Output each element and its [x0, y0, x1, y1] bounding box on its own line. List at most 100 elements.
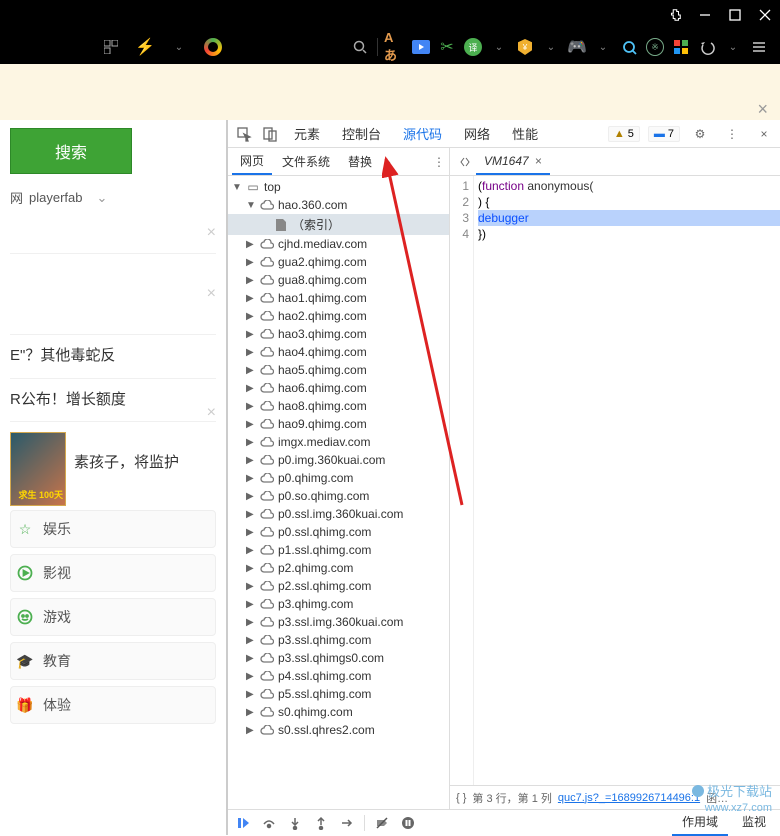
warnings-badge[interactable]: ▲5 — [608, 126, 640, 142]
news-headline[interactable] — [10, 223, 216, 243]
tree-item[interactable]: （索引） — [228, 214, 449, 235]
ai-icon[interactable]: ※ — [644, 36, 666, 58]
tree-item[interactable]: ▶p4.ssl.qhimg.com — [228, 667, 449, 685]
nav-files-icon[interactable] — [454, 156, 476, 168]
tree-item[interactable]: ▶p0.so.qhimg.com — [228, 487, 449, 505]
gear-icon[interactable]: ⚙ — [688, 122, 712, 146]
news-headline[interactable]: E"？其他毒蛇反 — [10, 345, 216, 368]
news-headline[interactable]: R公布！增长额度 — [10, 389, 216, 412]
tree-item[interactable]: ▶p0.img.360kuai.com — [228, 451, 449, 469]
tree-item[interactable]: ▶gua2.qhimg.com — [228, 253, 449, 271]
close-icon[interactable]: × — [752, 122, 776, 146]
news-headline[interactable] — [10, 264, 216, 324]
shield-icon[interactable]: ¥ — [514, 36, 536, 58]
category-movies[interactable]: 影视 — [10, 554, 216, 592]
tab-scope[interactable]: 作用域 — [672, 809, 728, 836]
tab-watch[interactable]: 监视 — [732, 809, 776, 836]
subtab-overrides[interactable]: 替换 — [340, 149, 380, 174]
tree-item[interactable]: ▶p2.qhimg.com — [228, 559, 449, 577]
tree-item[interactable]: ▶p0.qhimg.com — [228, 469, 449, 487]
translate-badge-icon[interactable]: 译 — [462, 36, 484, 58]
news-thumbnail[interactable] — [10, 432, 66, 506]
step-icon[interactable] — [336, 812, 358, 834]
step-over-icon[interactable] — [258, 812, 280, 834]
apps-icon[interactable] — [670, 36, 692, 58]
chevron-down-icon[interactable]: ⌄ — [540, 36, 562, 58]
search-button[interactable]: 搜索 — [10, 128, 132, 174]
editor-tab[interactable]: VM1647 × — [476, 149, 550, 175]
tree-item[interactable]: ▶hao9.qhimg.com — [228, 415, 449, 433]
banner-close-icon[interactable]: × — [757, 99, 768, 120]
tree-item[interactable]: ▼hao.360.com — [228, 196, 449, 214]
tab-performance[interactable]: 性能 — [502, 118, 548, 149]
tab-console[interactable]: 控制台 — [332, 118, 391, 149]
search-icon[interactable] — [349, 36, 371, 58]
chevron-down-icon[interactable]: ⌄ — [168, 36, 190, 58]
tab-elements[interactable]: 元素 — [284, 118, 330, 149]
tree-item[interactable]: ▶p1.ssl.qhimg.com — [228, 541, 449, 559]
category-entertainment[interactable]: ☆娱乐 — [10, 510, 216, 548]
device-toggle-icon[interactable] — [258, 122, 282, 146]
qr-icon[interactable] — [100, 36, 122, 58]
close-icon[interactable]: × — [207, 224, 216, 242]
code-editor[interactable]: 1234 (function anonymous( ) { debugger }… — [450, 176, 780, 785]
close-icon[interactable]: × — [207, 404, 216, 422]
tree-item[interactable]: ▶p0.ssl.img.360kuai.com — [228, 505, 449, 523]
subtab-filesystem[interactable]: 文件系统 — [274, 149, 338, 174]
tree-item[interactable]: ▶p3.ssl.qhimg.com — [228, 631, 449, 649]
step-into-icon[interactable] — [284, 812, 306, 834]
chevron-down-icon[interactable]: ⌄ — [592, 36, 614, 58]
extension-icon[interactable] — [668, 8, 682, 22]
chevron-down-icon[interactable]: ⌄ — [488, 36, 510, 58]
browser-logo-icon[interactable] — [202, 36, 224, 58]
maximize-icon[interactable] — [728, 8, 742, 22]
tree-item[interactable]: ▶hao6.qhimg.com — [228, 379, 449, 397]
messages-badge[interactable]: ▬7 — [648, 126, 680, 142]
resume-icon[interactable] — [232, 812, 254, 834]
source-file-link[interactable]: quc7.js?_=1689926714496:1 — [558, 792, 700, 804]
breadcrumb-page[interactable]: playerfab — [29, 190, 82, 205]
tree-item[interactable]: ▶hao2.qhimg.com — [228, 307, 449, 325]
video-icon[interactable] — [410, 36, 432, 58]
refresh-icon[interactable] — [618, 36, 640, 58]
tree-item[interactable]: ▶p0.ssl.qhimg.com — [228, 523, 449, 541]
deactivate-breakpoints-icon[interactable] — [371, 812, 393, 834]
chevron-down-icon[interactable]: ⌄ — [97, 190, 108, 206]
translate-icon[interactable]: Aあ — [384, 36, 406, 58]
close-icon[interactable] — [758, 8, 772, 22]
tree-item[interactable]: ▶hao5.qhimg.com — [228, 361, 449, 379]
gamepad-icon[interactable]: 🎮 — [566, 36, 588, 58]
overflow-icon[interactable]: » — [384, 155, 391, 169]
tree-item[interactable]: ▶cjhd.mediav.com — [228, 235, 449, 253]
tree-item[interactable]: ▶hao4.qhimg.com — [228, 343, 449, 361]
tree-item[interactable]: ▶hao8.qhimg.com — [228, 397, 449, 415]
tree-item[interactable]: ▶p5.ssl.qhimg.com — [228, 685, 449, 703]
tree-item[interactable]: ▶hao1.qhimg.com — [228, 289, 449, 307]
inspect-element-icon[interactable] — [232, 122, 256, 146]
breadcrumb-root[interactable]: 网 — [10, 188, 23, 207]
subtab-page[interactable]: 网页 — [232, 148, 272, 175]
menu-icon[interactable] — [748, 36, 770, 58]
tree-root[interactable]: ▼ ▭ top — [228, 178, 449, 196]
step-out-icon[interactable] — [310, 812, 332, 834]
tree-item[interactable]: ▶gua8.qhimg.com — [228, 271, 449, 289]
category-education[interactable]: 🎓教育 — [10, 642, 216, 680]
more-icon[interactable]: ⋮ — [720, 122, 744, 146]
tree-item[interactable]: ▶s0.ssl.qhres2.com — [228, 721, 449, 739]
tree-item[interactable]: ▶p3.ssl.img.360kuai.com — [228, 613, 449, 631]
tree-item[interactable]: ▶imgx.mediav.com — [228, 433, 449, 451]
minimize-icon[interactable] — [698, 8, 712, 22]
braces-icon[interactable]: { } — [456, 792, 466, 804]
more-icon[interactable]: ⋮ — [433, 155, 445, 169]
undo-icon[interactable] — [696, 36, 718, 58]
pause-exceptions-icon[interactable] — [397, 812, 419, 834]
tree-item[interactable]: ▶s0.qhimg.com — [228, 703, 449, 721]
category-experience[interactable]: 🎁体验 — [10, 686, 216, 724]
close-icon[interactable]: × — [535, 154, 542, 168]
chevron-down-icon[interactable]: ⌄ — [722, 36, 744, 58]
category-games[interactable]: 游戏 — [10, 598, 216, 636]
bolt-icon[interactable]: ⚡ — [134, 36, 156, 58]
tab-network[interactable]: 网络 — [454, 118, 500, 149]
tree-item[interactable]: ▶p3.ssl.qhimgs0.com — [228, 649, 449, 667]
tree-item[interactable]: ▶p3.qhimg.com — [228, 595, 449, 613]
